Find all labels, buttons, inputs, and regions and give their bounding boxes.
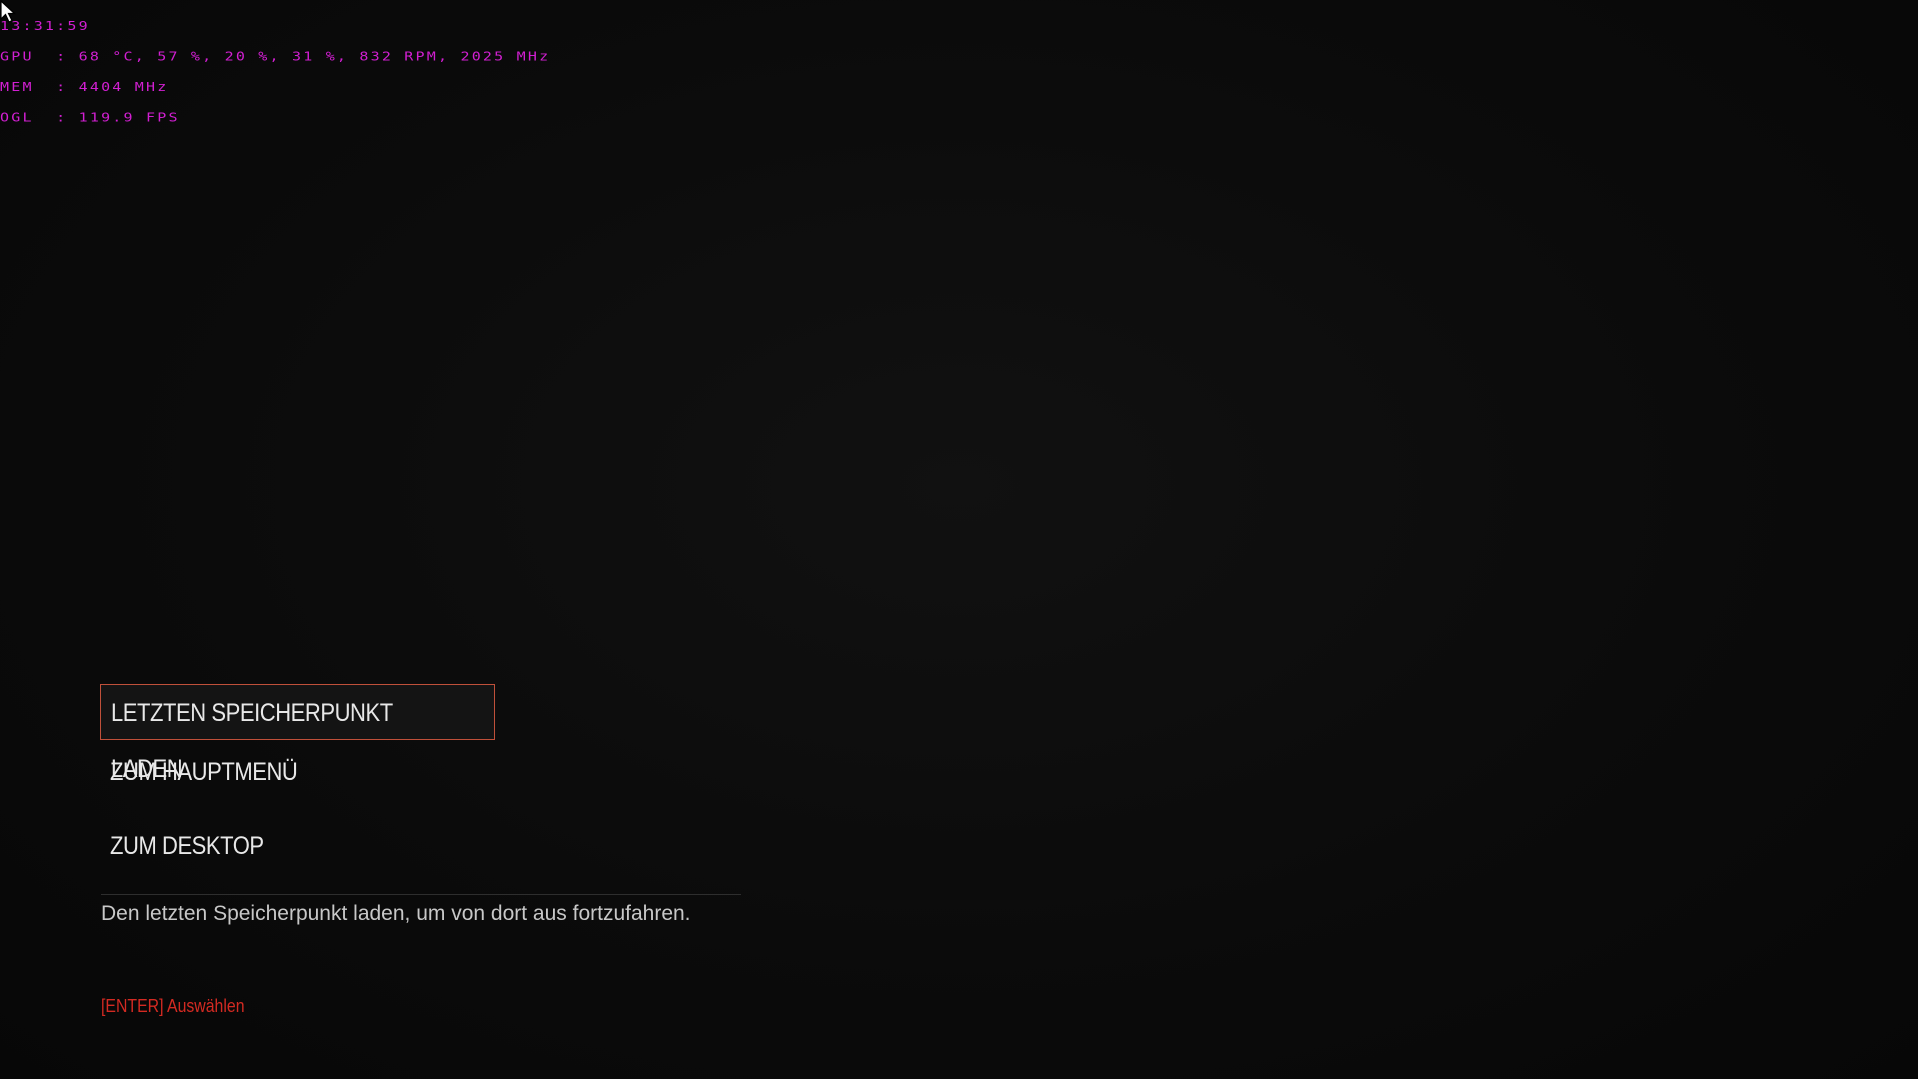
menu-item-label: ZUM DESKTOP bbox=[110, 832, 264, 860]
hint-label: [ENTER] Auswählen bbox=[101, 996, 245, 1016]
osd-ogl-line: OGL : 119.9 FPS bbox=[0, 109, 180, 125]
osd-gpu-line: GPU : 68 °C, 57 %, 20 %, 31 %, 832 RPM, … bbox=[0, 48, 551, 64]
osd-clock: 13:31:59 bbox=[0, 17, 90, 34]
mouse-pointer-icon bbox=[0, 0, 17, 23]
menu-item-desktop[interactable]: ZUM DESKTOP bbox=[100, 818, 495, 874]
pause-menu: LETZTEN SPEICHERPUNKT LADEN ZUM HAUPTMEN… bbox=[100, 684, 495, 874]
menu-item-load-last-checkpoint[interactable]: LETZTEN SPEICHERPUNKT LADEN bbox=[100, 684, 495, 783]
menu-item-description: Den letzten Speicherpunkt laden, um von … bbox=[101, 902, 691, 925]
enter-select-hint[interactable]: [ENTER] Auswählen bbox=[101, 994, 264, 1018]
menu-item-main-menu[interactable]: ZUM HAUPTMENÜ bbox=[100, 744, 495, 800]
performance-overlay: 13:31:59 GPU : 68 °C, 57 %, 20 %, 31 %, … bbox=[0, 0, 550, 133]
menu-item-label: ZUM HAUPTMENÜ bbox=[110, 758, 298, 786]
menu-divider bbox=[101, 894, 741, 895]
osd-mem-line: MEM : 4404 MHz bbox=[0, 79, 169, 95]
